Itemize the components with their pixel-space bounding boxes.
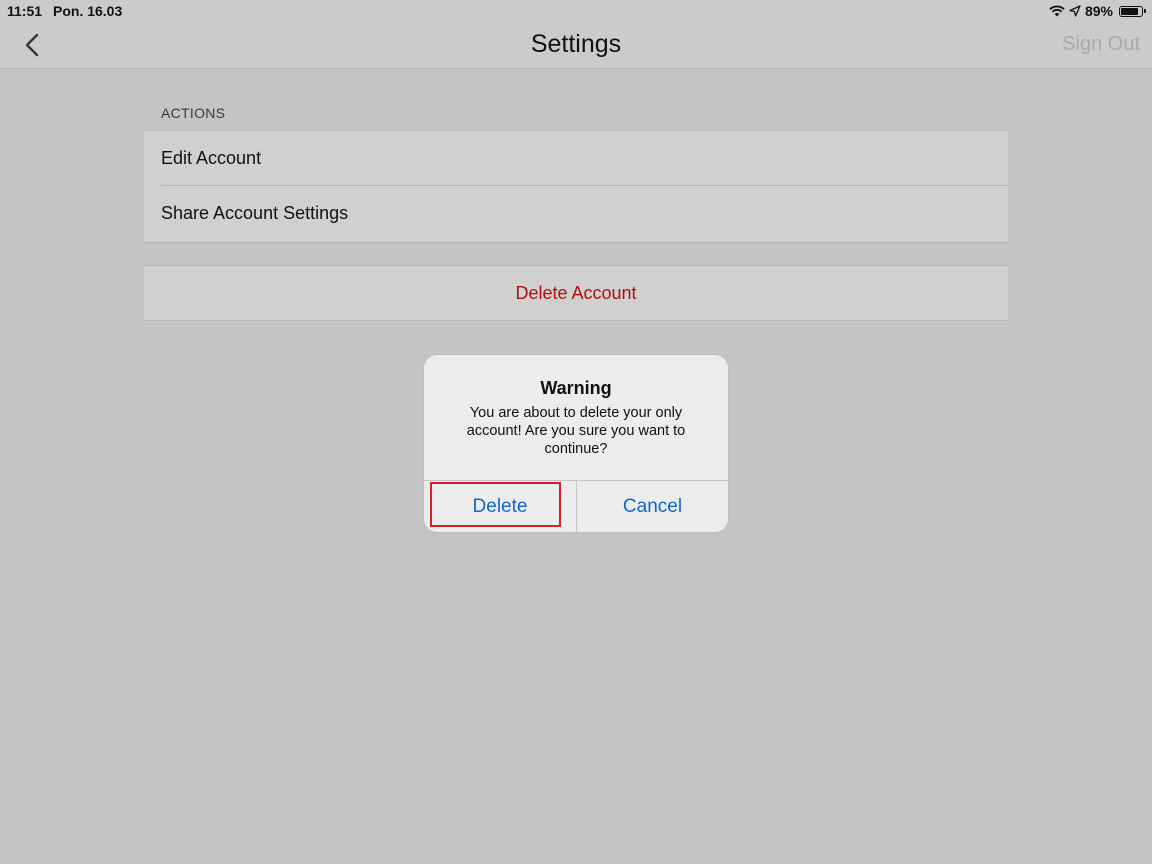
status-indicators: 89%	[1049, 3, 1146, 19]
delete-account-button[interactable]: Delete Account	[144, 283, 1008, 304]
navigation-bar: Settings Sign Out	[0, 22, 1152, 69]
edit-account-label: Edit Account	[161, 148, 262, 168]
status-time: 11:51	[7, 3, 43, 19]
page-title: Settings	[530, 30, 622, 58]
battery-icon	[1119, 5, 1146, 17]
edit-account-row[interactable]: Edit Account	[144, 131, 1008, 186]
sign-out-button[interactable]: Sign Out	[1062, 33, 1140, 56]
battery-fill	[1121, 7, 1138, 15]
alert-cancel-button[interactable]: Cancel	[577, 481, 728, 532]
battery-percent: 89%	[1084, 3, 1113, 19]
actions-section-header: ACTIONS	[161, 105, 226, 121]
battery-tip	[1144, 8, 1146, 13]
delete-account-group: Delete Account	[144, 265, 1008, 321]
wifi-icon	[1049, 5, 1065, 17]
alert-title: Warning	[540, 378, 612, 398]
actions-group: Edit Account Share Account Settings	[144, 130, 1008, 243]
share-account-settings-row[interactable]: Share Account Settings	[144, 186, 1008, 241]
status-bar: 11:51 Pon. 16.03 89%	[0, 0, 1152, 22]
alert-delete-button[interactable]: Delete	[424, 481, 576, 532]
share-account-settings-label: Share Account Settings	[161, 203, 349, 223]
settings-screen: 11:51 Pon. 16.03 89% Settings Sign Out A…	[0, 0, 1152, 864]
warning-alert: Warning You are about to delete your onl…	[424, 355, 728, 532]
alert-message: You are about to delete your only accoun…	[466, 405, 686, 457]
status-date: Pon. 16.03	[53, 3, 123, 19]
location-arrow-icon	[1069, 5, 1081, 17]
